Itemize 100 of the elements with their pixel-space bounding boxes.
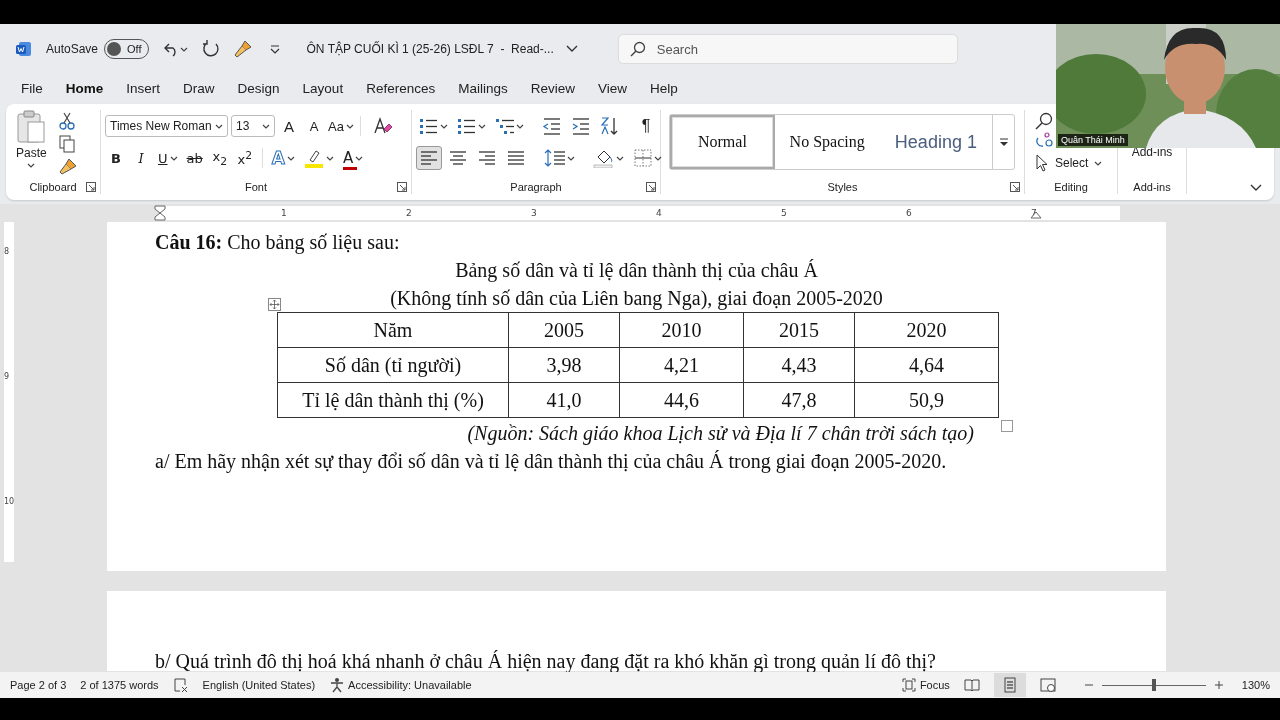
show-formatting-button[interactable]: ¶ <box>635 114 657 138</box>
menu-tab[interactable]: Review <box>521 77 584 99</box>
redo-icon[interactable] <box>200 39 221 59</box>
dialog-launcher-icon[interactable] <box>646 182 656 192</box>
right-indent-marker-icon[interactable] <box>1030 211 1042 219</box>
table-move-handle-icon[interactable] <box>268 298 281 311</box>
grow-font-button[interactable]: A <box>278 114 300 138</box>
bullets-icon <box>419 116 439 136</box>
source-note: (Nguồn: Sách giáo khoa Lịch sử và Địa lí 7 chân trời sách tạo) <box>466 421 974 447</box>
accessibility-icon <box>329 677 346 693</box>
borders-icon <box>633 148 653 168</box>
menu-tab[interactable]: Mailings <box>449 77 517 99</box>
zoom-level[interactable]: 130% <box>1241 679 1270 691</box>
change-case-button[interactable]: Aa <box>328 114 354 138</box>
caret-icon <box>345 123 354 129</box>
menu-tab[interactable]: Home <box>56 77 113 99</box>
shrink-font-button[interactable]: A <box>303 114 325 138</box>
search-field[interactable]: Search <box>617 34 958 64</box>
caret-icon <box>169 155 178 161</box>
accessibility-status[interactable]: Accessibility: Unavailable <box>329 677 472 693</box>
word-count[interactable]: 2 of 1375 words <box>80 679 159 691</box>
group-label: Add-ins <box>1133 181 1171 193</box>
table-cell: 3,98 <box>508 347 620 383</box>
text-effects-button[interactable]: A <box>268 146 298 170</box>
highlighter-icon <box>303 148 324 168</box>
participant-name: Quân Thái Minh <box>1058 134 1128 146</box>
zoom-in-icon[interactable] <box>1213 680 1224 690</box>
italic-button[interactable]: I <box>130 146 152 170</box>
web-view-icon <box>1039 677 1056 693</box>
style-option[interactable]: No Spacing <box>774 115 880 169</box>
decrease-indent-icon <box>542 116 562 136</box>
font-name-box[interactable]: Times New Roman <box>105 115 228 137</box>
document-title[interactable]: ÔN TẬP CUỐI KÌ 1 (25-26) LSĐL 7 - Read-... <box>306 42 578 56</box>
ruler-number: 6 <box>906 207 912 220</box>
increase-indent-icon <box>571 116 591 136</box>
ruler-number: 7 <box>1031 207 1037 220</box>
caret-icon <box>262 123 270 129</box>
replace-icon[interactable] <box>1035 132 1053 148</box>
dialog-launcher-icon[interactable] <box>1010 182 1020 192</box>
caret-icon <box>215 123 223 129</box>
print-view-icon <box>1001 677 1018 693</box>
align-left-button[interactable] <box>416 146 442 170</box>
indent-marker-icon[interactable] <box>154 205 166 221</box>
bold-button[interactable]: B <box>105 146 127 170</box>
proofing-icon[interactable] <box>172 677 189 693</box>
brush-icon[interactable] <box>232 39 253 59</box>
menu-tab[interactable]: File <box>12 77 52 99</box>
language-status[interactable]: English (United States) <box>202 679 316 691</box>
menu-tab[interactable]: Help <box>641 77 687 99</box>
superscript-button[interactable]: x$^{2}$ <box>233 146 256 170</box>
line-spacing-icon <box>544 148 566 168</box>
caret-icon <box>567 155 575 161</box>
table-cell: 47,8 <box>743 382 855 418</box>
dialog-launcher-icon[interactable] <box>397 182 407 192</box>
format-painter-icon[interactable] <box>58 158 77 176</box>
search-icon[interactable] <box>1035 112 1053 130</box>
style-option[interactable]: Heading 1 <box>879 115 993 169</box>
select-button[interactable]: Select <box>1035 154 1103 172</box>
focus-button[interactable]: Focus <box>900 677 950 693</box>
subscript-button[interactable]: x$_{2}$ <box>208 146 231 170</box>
menu-tab[interactable]: Insert <box>117 77 170 99</box>
menu-tab[interactable]: References <box>357 77 445 99</box>
clipboard-icon <box>16 110 47 144</box>
table-title: Bảng số dân và tỉ lệ dân thành thị của châu Á <box>455 258 818 284</box>
customize-toolbar-icon[interactable] <box>268 43 281 55</box>
menu-tab[interactable]: Draw <box>174 77 224 99</box>
align-center-icon <box>448 148 468 168</box>
scissors-icon[interactable] <box>58 112 75 130</box>
table-cell: 4,43 <box>743 347 855 383</box>
collapse-ribbon-icon[interactable] <box>1250 184 1262 192</box>
menu-tab[interactable]: Design <box>228 77 289 99</box>
table-cell: 4,64 <box>854 347 999 383</box>
caret-icon <box>355 155 364 161</box>
multilevel-list-icon <box>495 116 515 136</box>
paste-button[interactable]: Paste <box>16 110 47 180</box>
add-ins-button[interactable]: Add-ins <box>1131 144 1173 160</box>
clear-formatting-icon[interactable] <box>372 116 393 136</box>
word-logo-icon[interactable] <box>16 41 32 57</box>
strikethrough-button[interactable]: ab <box>183 146 206 170</box>
focus-icon <box>900 677 917 693</box>
table-cell: 50,9 <box>854 382 999 418</box>
style-option[interactable]: Normal <box>670 115 775 169</box>
caret-icon <box>440 123 448 129</box>
print-layout-button[interactable] <box>993 673 1026 697</box>
copy-icon[interactable] <box>58 135 75 153</box>
page-count[interactable]: Page 2 of 3 <box>10 679 67 691</box>
menu-tab[interactable]: Layout <box>293 77 353 99</box>
shading-icon <box>593 148 615 168</box>
table-cell: Tỉ lệ dân thành thị (%) <box>277 382 509 418</box>
font-size-box[interactable]: 13 <box>231 115 275 137</box>
ruler-number: 9 <box>4 372 10 381</box>
ruler-number: 3 <box>531 207 537 220</box>
dialog-launcher-icon[interactable] <box>86 182 96 192</box>
font-color-button[interactable]: A <box>339 146 367 170</box>
expand-icon <box>998 137 1009 147</box>
ruler-number: 5 <box>781 207 787 220</box>
underline-button[interactable]: U <box>155 146 181 170</box>
menu-tab[interactable]: View <box>589 77 636 99</box>
chevron-down-icon <box>565 45 578 53</box>
table-resize-handle-icon[interactable] <box>1001 420 1013 432</box>
